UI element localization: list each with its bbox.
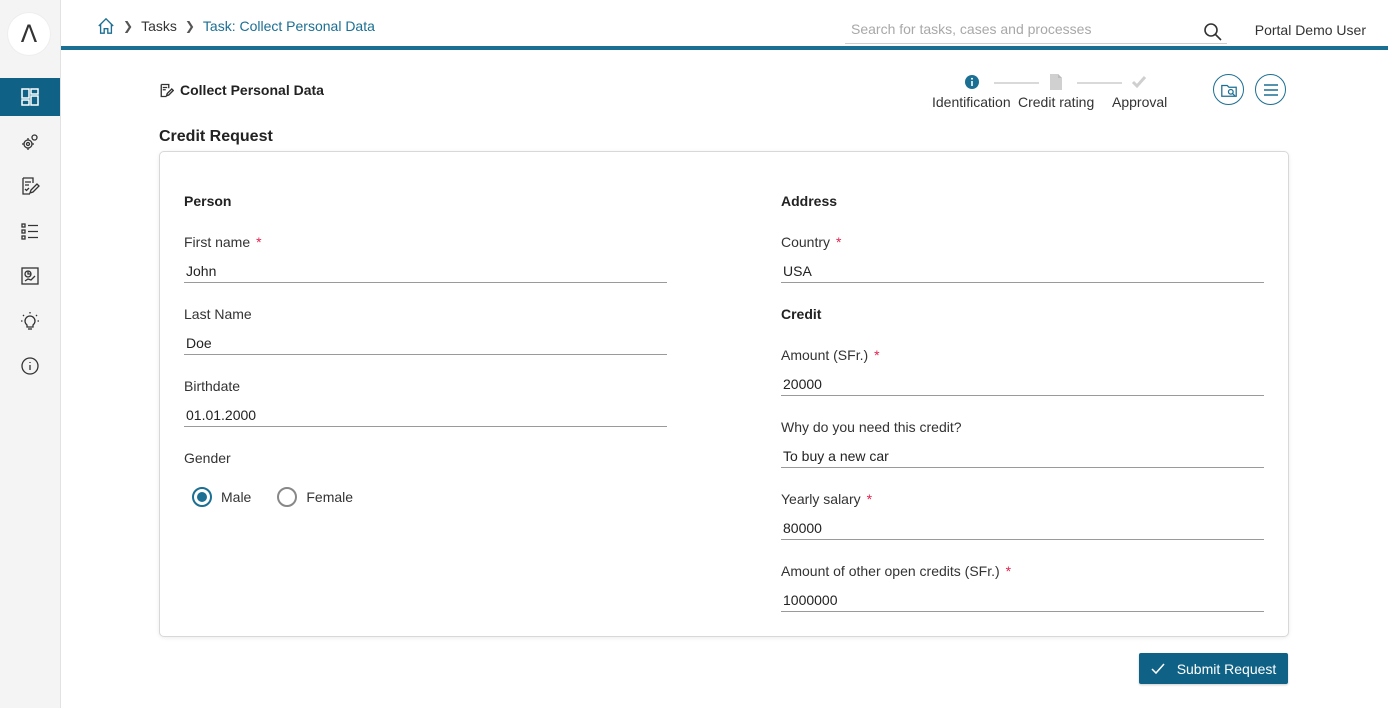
- home-icon[interactable]: [97, 17, 115, 35]
- birthdate-field[interactable]: 01.01.2000: [184, 405, 667, 427]
- gender-female-label[interactable]: Female: [306, 489, 353, 505]
- chevron-right-icon: ❯: [184, 19, 195, 33]
- dashboard-icon: [21, 88, 39, 106]
- global-search: [845, 16, 1227, 44]
- amount-label: Amount (SFr.) *: [781, 347, 880, 363]
- country-label: Country *: [781, 234, 841, 250]
- other-credits-label: Amount of other open credits (SFr.) *: [781, 563, 1011, 579]
- step-identification: [964, 74, 980, 90]
- reason-field[interactable]: To buy a new car: [781, 446, 1264, 468]
- other-credits-label-text: Amount of other open credits (SFr.): [781, 563, 1000, 579]
- user-menu[interactable]: Portal Demo User: [1255, 22, 1366, 38]
- section-credit-title: Credit: [781, 306, 822, 322]
- submit-request-label: Submit Request: [1176, 660, 1277, 677]
- country-label-text: Country: [781, 234, 831, 250]
- menu-icon: [1263, 83, 1278, 96]
- document-icon: [1050, 74, 1062, 90]
- other-credits-field[interactable]: 1000000: [781, 590, 1264, 612]
- step-approval: [1131, 74, 1147, 90]
- reason-label: Why do you need this credit?: [781, 419, 962, 435]
- cases-list-icon: [21, 223, 38, 240]
- step-connector: [994, 82, 1039, 84]
- first-name-label: First name *: [184, 234, 262, 250]
- step-connector: [1077, 82, 1122, 84]
- sidebar-item-statistics[interactable]: [0, 257, 60, 295]
- country-field[interactable]: USA: [781, 261, 1264, 283]
- salary-label: Yearly salary *: [781, 491, 872, 507]
- gender-male-radio[interactable]: [192, 487, 212, 507]
- first-name-field[interactable]: John: [184, 261, 667, 283]
- required-marker: *: [256, 234, 262, 250]
- required-marker: *: [1005, 563, 1012, 579]
- section-address-title: Address: [781, 193, 838, 209]
- info-icon: [21, 357, 39, 375]
- first-name-label-text: First name: [184, 234, 251, 250]
- task-actions-menu-button[interactable]: [1255, 74, 1286, 105]
- required-marker: *: [866, 491, 873, 507]
- logo-glyph: Λ: [20, 20, 38, 48]
- required-marker: *: [836, 234, 842, 250]
- step-label-approval: Approval: [1112, 94, 1168, 110]
- sidebar-item-dashboard[interactable]: [0, 78, 60, 116]
- gender-male-label[interactable]: Male: [221, 489, 251, 505]
- salary-label-text: Yearly salary: [781, 491, 861, 507]
- gender-radio-group: Male Female: [192, 487, 379, 507]
- amount-field[interactable]: 20000: [781, 374, 1264, 396]
- last-name-label: Last Name: [184, 306, 252, 322]
- sidebar-item-processes[interactable]: [0, 123, 60, 161]
- section-person-title: Person: [184, 193, 232, 209]
- info-icon: [965, 75, 979, 89]
- step-credit-rating: [1048, 74, 1064, 90]
- amount-label-text: Amount (SFr.): [781, 347, 869, 363]
- portal-logo[interactable]: Λ: [8, 13, 50, 55]
- breadcrumb: ❯ Tasks ❯ Task: Collect Personal Data: [97, 17, 375, 35]
- process-steps: Identification Credit rating Approval: [930, 74, 1175, 112]
- step-label-identification: Identification: [932, 94, 1011, 110]
- task-title: Collect Personal Data: [159, 82, 324, 98]
- breadcrumb-current-task[interactable]: Task: Collect Personal Data: [203, 18, 375, 34]
- gender-label: Gender: [184, 450, 231, 466]
- gender-female-radio[interactable]: [277, 487, 298, 507]
- search-input[interactable]: [845, 16, 1185, 42]
- step-label-credit-rating: Credit rating: [1018, 94, 1095, 110]
- check-icon: [1151, 663, 1165, 674]
- folder-search-icon: [1220, 84, 1237, 97]
- topbar: ❯ Tasks ❯ Task: Collect Personal Data Po…: [61, 0, 1388, 50]
- statistics-icon: [21, 267, 39, 285]
- form-heading: Credit Request: [159, 128, 273, 145]
- birthdate-label: Birthdate: [184, 378, 241, 394]
- submit-request-button[interactable]: Submit Request: [1139, 653, 1288, 684]
- task-edit-icon: [160, 83, 174, 97]
- sidebar-item-cases[interactable]: [0, 212, 60, 250]
- breadcrumb-tasks[interactable]: Tasks: [141, 18, 177, 34]
- task-title-text: Collect Personal Data: [180, 82, 324, 98]
- search-icon[interactable]: [1203, 22, 1223, 42]
- sidebar-item-ideas[interactable]: [0, 302, 60, 340]
- sidebar-item-info[interactable]: [0, 347, 60, 385]
- tasks-icon: [22, 177, 40, 195]
- processes-gear-icon: [22, 134, 38, 150]
- last-name-field[interactable]: Doe: [184, 333, 667, 355]
- ideas-bulb-icon: [21, 312, 39, 330]
- case-details-button[interactable]: [1213, 74, 1244, 105]
- required-marker: *: [874, 347, 880, 363]
- sidebar: Λ: [0, 0, 61, 708]
- check-icon: [1131, 76, 1147, 89]
- salary-field[interactable]: 80000: [781, 518, 1264, 540]
- chevron-right-icon: ❯: [123, 19, 134, 33]
- sidebar-item-tasks[interactable]: [0, 167, 60, 205]
